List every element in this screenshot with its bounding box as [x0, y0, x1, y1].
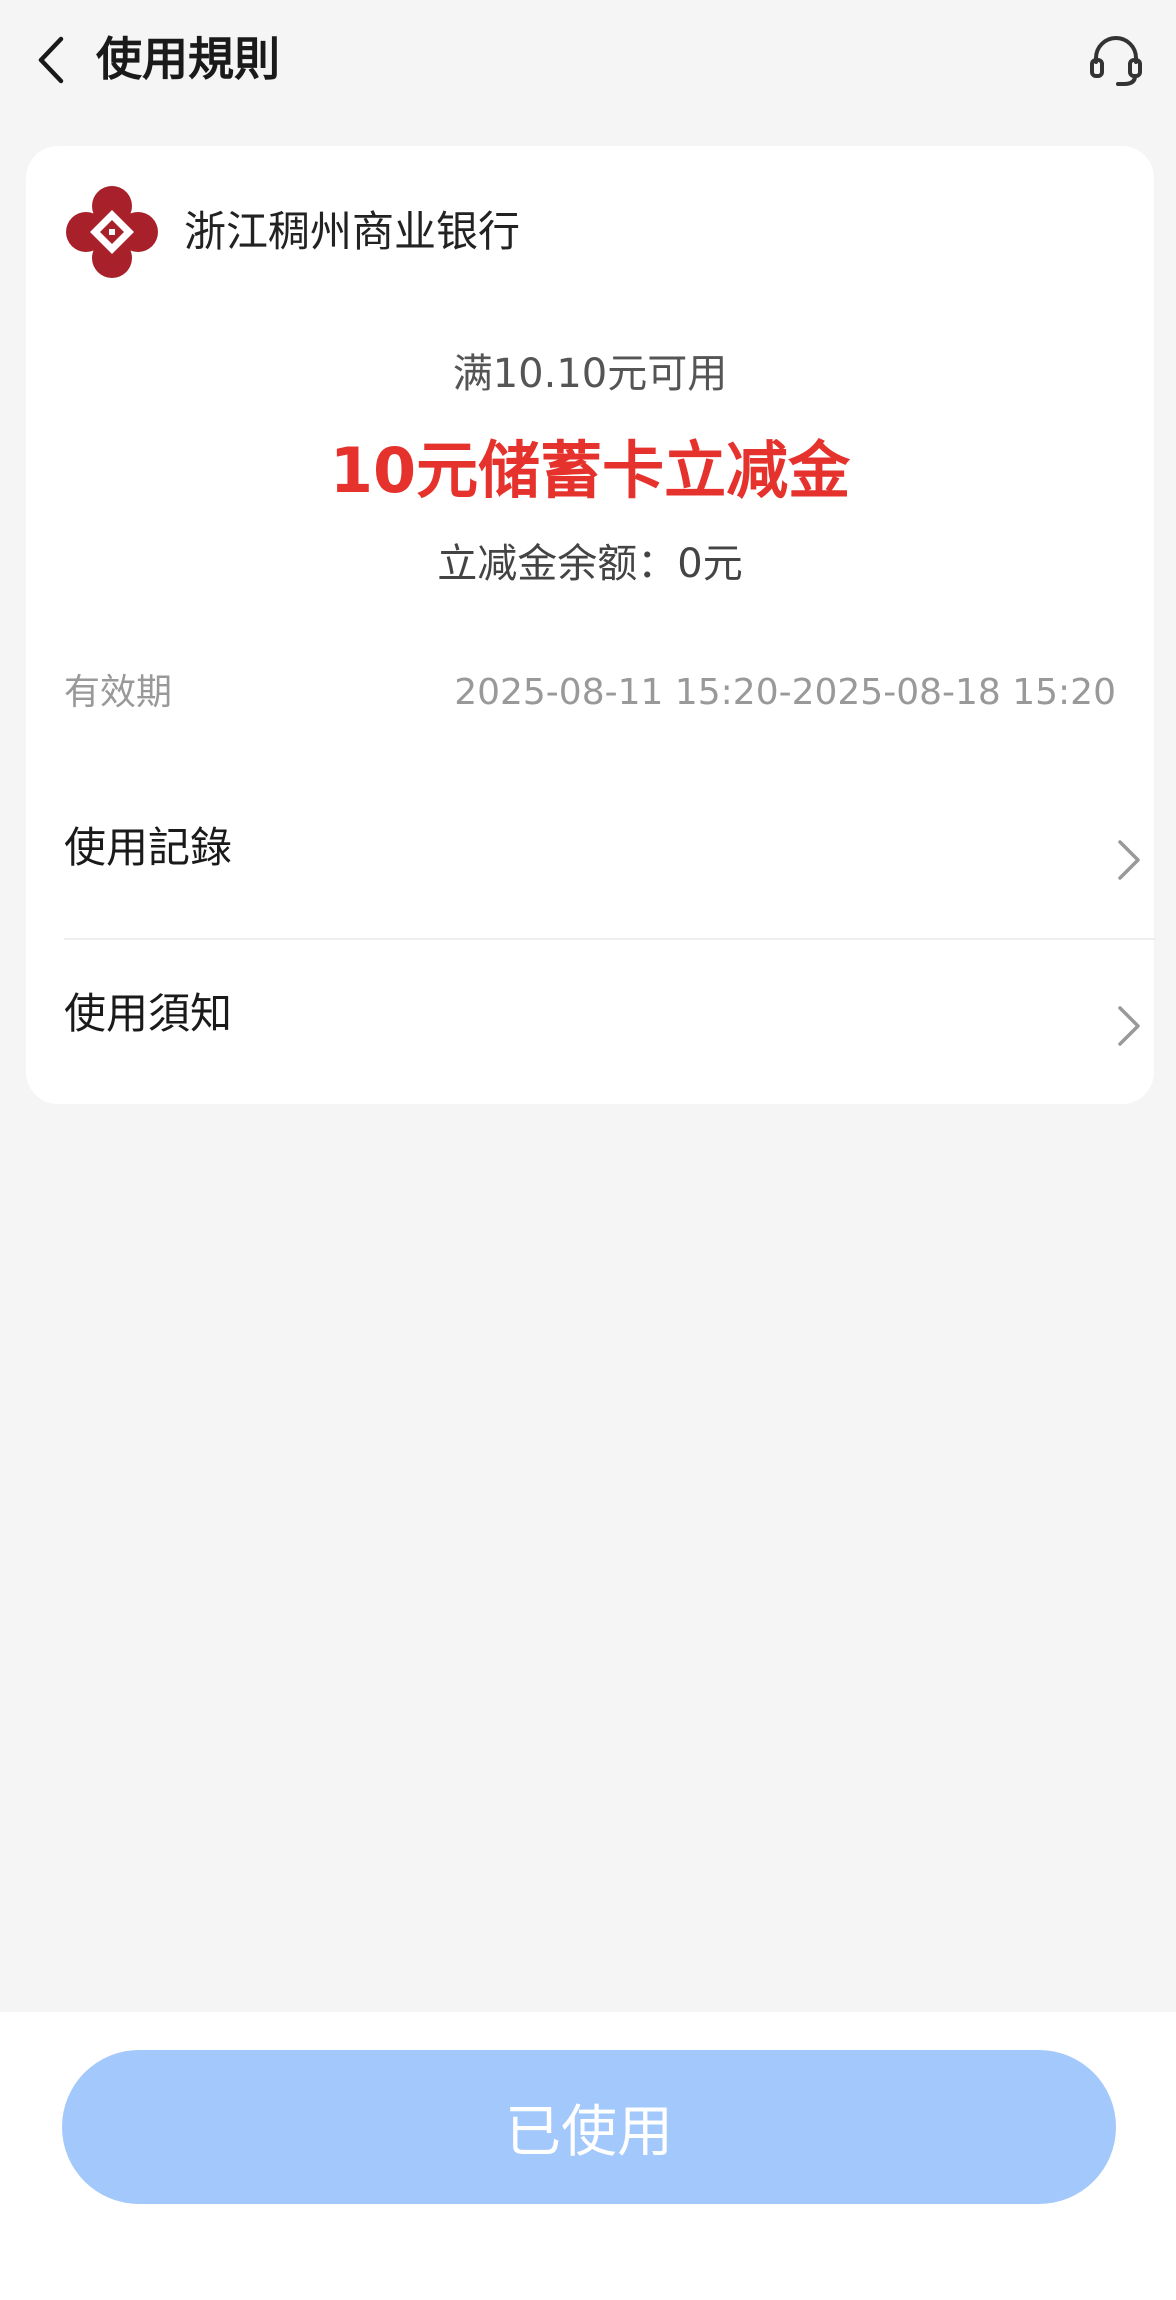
- usage-records-row[interactable]: 使用記錄: [64, 796, 1156, 904]
- coupon-title: 10元储蓄卡立减金: [329, 434, 851, 507]
- customer-service-button[interactable]: [1084, 28, 1148, 92]
- page-title: 使用規則: [96, 32, 280, 86]
- divider: [64, 938, 1156, 940]
- usage-notes-label: 使用須知: [64, 989, 233, 1038]
- usage-threshold: 满10.10元可用: [452, 351, 728, 397]
- bank-logo-icon: [66, 186, 158, 278]
- coupon-balance: 立减金余额：0元: [437, 541, 743, 587]
- validity-label: 有效期: [64, 672, 173, 713]
- bank-name: 浙江稠州商业银行: [184, 207, 521, 256]
- chevron-right-icon: [1118, 1006, 1140, 1046]
- usage-records-label: 使用記錄: [64, 823, 233, 872]
- headset-icon: [1090, 36, 1142, 86]
- bank-info: 浙江稠州商业银行: [64, 182, 520, 282]
- bottom-bar: 已使用: [0, 2012, 1176, 2300]
- coupon-card: 浙江稠州商业银行 满10.10元可用 10元储蓄卡立减金 立减金余额：0元 有效…: [26, 146, 1156, 1104]
- back-button[interactable]: [22, 28, 78, 92]
- usage-notes-row[interactable]: 使用須知: [64, 962, 1156, 1070]
- chevron-left-icon: [38, 36, 64, 84]
- top-bar: 使用規則: [0, 0, 1176, 120]
- used-status-button[interactable]: 已使用: [62, 2050, 1116, 2204]
- validity-period: 2025-08-11 15:20-2025-08-18 15:20: [454, 672, 1116, 713]
- chevron-right-icon: [1118, 840, 1140, 880]
